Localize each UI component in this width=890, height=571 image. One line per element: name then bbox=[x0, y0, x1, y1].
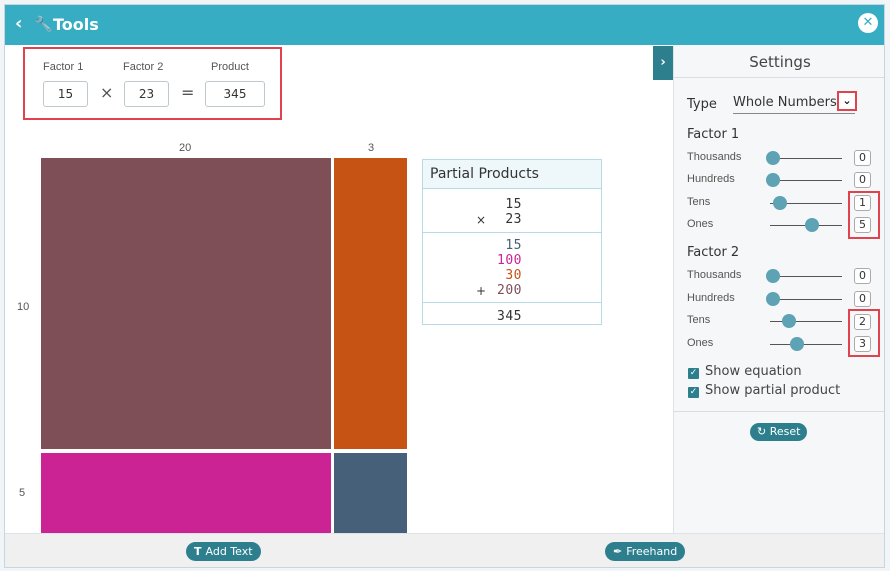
bottom-toolbar: T Add Text ✒ Freehand bbox=[5, 533, 884, 567]
pp-item-200: 200 bbox=[497, 283, 522, 298]
f1-thousands-label: Thousands bbox=[687, 151, 742, 163]
pp-factor2: 23 bbox=[505, 212, 522, 227]
product-output: 345 bbox=[205, 81, 265, 107]
partial-products-title: Partial Products bbox=[423, 160, 601, 189]
f1-ones-thumb[interactable] bbox=[805, 218, 819, 232]
times-symbol: × bbox=[100, 83, 114, 102]
divider bbox=[423, 302, 601, 303]
factor2-label: Factor 2 bbox=[123, 61, 164, 73]
f1-tens-label: Tens bbox=[687, 196, 711, 208]
f2-thousands-label: Thousands bbox=[687, 269, 742, 281]
freehand-label: Freehand bbox=[626, 545, 678, 558]
factor2-section-title: Factor 2 bbox=[687, 245, 740, 260]
product-label: Product bbox=[211, 61, 249, 73]
f1-thousands-thumb[interactable] bbox=[766, 151, 780, 165]
show-equation-label: Show equation bbox=[705, 364, 802, 379]
partial-products-table: Partial Products 15 × 23 15 100 30 + 200… bbox=[422, 159, 602, 325]
show-partial-product-label: Show partial product bbox=[705, 383, 841, 398]
factor2-input[interactable]: 23 bbox=[124, 81, 169, 107]
f2-tens-label: Tens bbox=[687, 314, 711, 326]
show-partial-product-option[interactable]: ✓ Show partial product bbox=[688, 383, 840, 398]
title-bar: ‹ 🔧 Tools ✕ bbox=[5, 5, 884, 45]
f2-ones-slider[interactable] bbox=[770, 344, 842, 345]
close-icon[interactable]: ✕ bbox=[858, 13, 878, 33]
settings-title: Settings bbox=[674, 45, 884, 78]
wrench-icon: 🔧 bbox=[34, 15, 53, 33]
type-label: Type bbox=[687, 97, 717, 112]
side-label-tens: 10 bbox=[17, 301, 30, 313]
checkbox-checked-icon[interactable]: ✓ bbox=[688, 387, 699, 398]
factor1-section-title: Factor 1 bbox=[687, 127, 740, 142]
f2-hundreds-thumb[interactable] bbox=[766, 292, 780, 306]
pp-factor1: 15 bbox=[505, 197, 522, 212]
factor1-highlight bbox=[848, 191, 880, 239]
show-equation-option[interactable]: ✓ Show equation bbox=[688, 364, 802, 379]
equation-panel: Factor 1 Factor 2 Product 15 × 23 = 345 bbox=[23, 47, 282, 120]
pp-item-100: 100 bbox=[497, 253, 522, 268]
refresh-icon: ↻ bbox=[757, 425, 767, 438]
chevron-right-icon[interactable]: › bbox=[653, 46, 673, 80]
type-value: Whole Numbers bbox=[733, 95, 837, 110]
divider bbox=[423, 232, 601, 233]
f1-ones-label: Ones bbox=[687, 218, 714, 230]
f2-ones-thumb[interactable] bbox=[790, 337, 804, 351]
pp-item-30: 30 bbox=[505, 268, 522, 283]
f1-hundreds-thumb[interactable] bbox=[766, 173, 780, 187]
top-label-ones: 3 bbox=[368, 142, 375, 154]
divider bbox=[674, 411, 884, 412]
f2-tens-thumb[interactable] bbox=[782, 314, 796, 328]
f2-thousands-thumb[interactable] bbox=[766, 269, 780, 283]
factor1-input[interactable]: 15 bbox=[43, 81, 88, 107]
side-label-ones: 5 bbox=[19, 487, 26, 499]
pp-total: 345 bbox=[497, 309, 522, 324]
area-rect-30[interactable] bbox=[334, 158, 407, 449]
f2-hundreds-value[interactable]: 0 bbox=[854, 291, 871, 307]
add-text-button[interactable]: T Add Text bbox=[186, 542, 261, 561]
f1-hundreds-label: Hundreds bbox=[687, 173, 735, 185]
chevron-down-icon[interactable]: ⌄ bbox=[837, 91, 857, 111]
area-rect-15[interactable] bbox=[334, 453, 407, 533]
area-rect-200[interactable] bbox=[41, 158, 331, 449]
pp-item-15: 15 bbox=[505, 238, 522, 253]
work-area: Factor 1 Factor 2 Product 15 × 23 = 345 … bbox=[5, 45, 673, 533]
f1-thousands-value[interactable]: 0 bbox=[854, 150, 871, 166]
f2-tens-slider[interactable] bbox=[770, 321, 842, 322]
f2-hundreds-label: Hundreds bbox=[687, 292, 735, 304]
tools-window: ‹ 🔧 Tools ✕ Factor 1 Factor 2 Product 15… bbox=[4, 4, 885, 568]
settings-panel: Settings Type Whole Numbers ⌄ Factor 1 T… bbox=[673, 45, 884, 533]
f1-hundreds-slider[interactable] bbox=[770, 180, 842, 181]
add-text-label: Add Text bbox=[205, 545, 253, 558]
f2-thousands-slider[interactable] bbox=[770, 276, 842, 277]
reset-button[interactable]: ↻ Reset bbox=[750, 423, 808, 441]
f2-ones-label: Ones bbox=[687, 337, 714, 349]
f2-hundreds-slider[interactable] bbox=[770, 299, 842, 300]
top-label-tens: 20 bbox=[179, 142, 192, 154]
f1-thousands-slider[interactable] bbox=[770, 158, 842, 159]
checkbox-checked-icon[interactable]: ✓ bbox=[688, 368, 699, 379]
factor2-highlight bbox=[848, 309, 880, 357]
equals-symbol: = bbox=[181, 83, 195, 102]
text-icon: T bbox=[194, 545, 202, 558]
freehand-button[interactable]: ✒ Freehand bbox=[605, 542, 686, 561]
f1-tens-thumb[interactable] bbox=[773, 196, 787, 210]
factor1-label: Factor 1 bbox=[43, 61, 84, 73]
window-title: Tools bbox=[53, 15, 99, 34]
reset-label: Reset bbox=[769, 425, 801, 438]
chevron-left-icon[interactable]: ‹ bbox=[15, 14, 22, 34]
pen-icon: ✒ bbox=[613, 545, 623, 558]
area-rect-100[interactable] bbox=[41, 453, 331, 533]
f1-hundreds-value[interactable]: 0 bbox=[854, 172, 871, 188]
f2-thousands-value[interactable]: 0 bbox=[854, 268, 871, 284]
